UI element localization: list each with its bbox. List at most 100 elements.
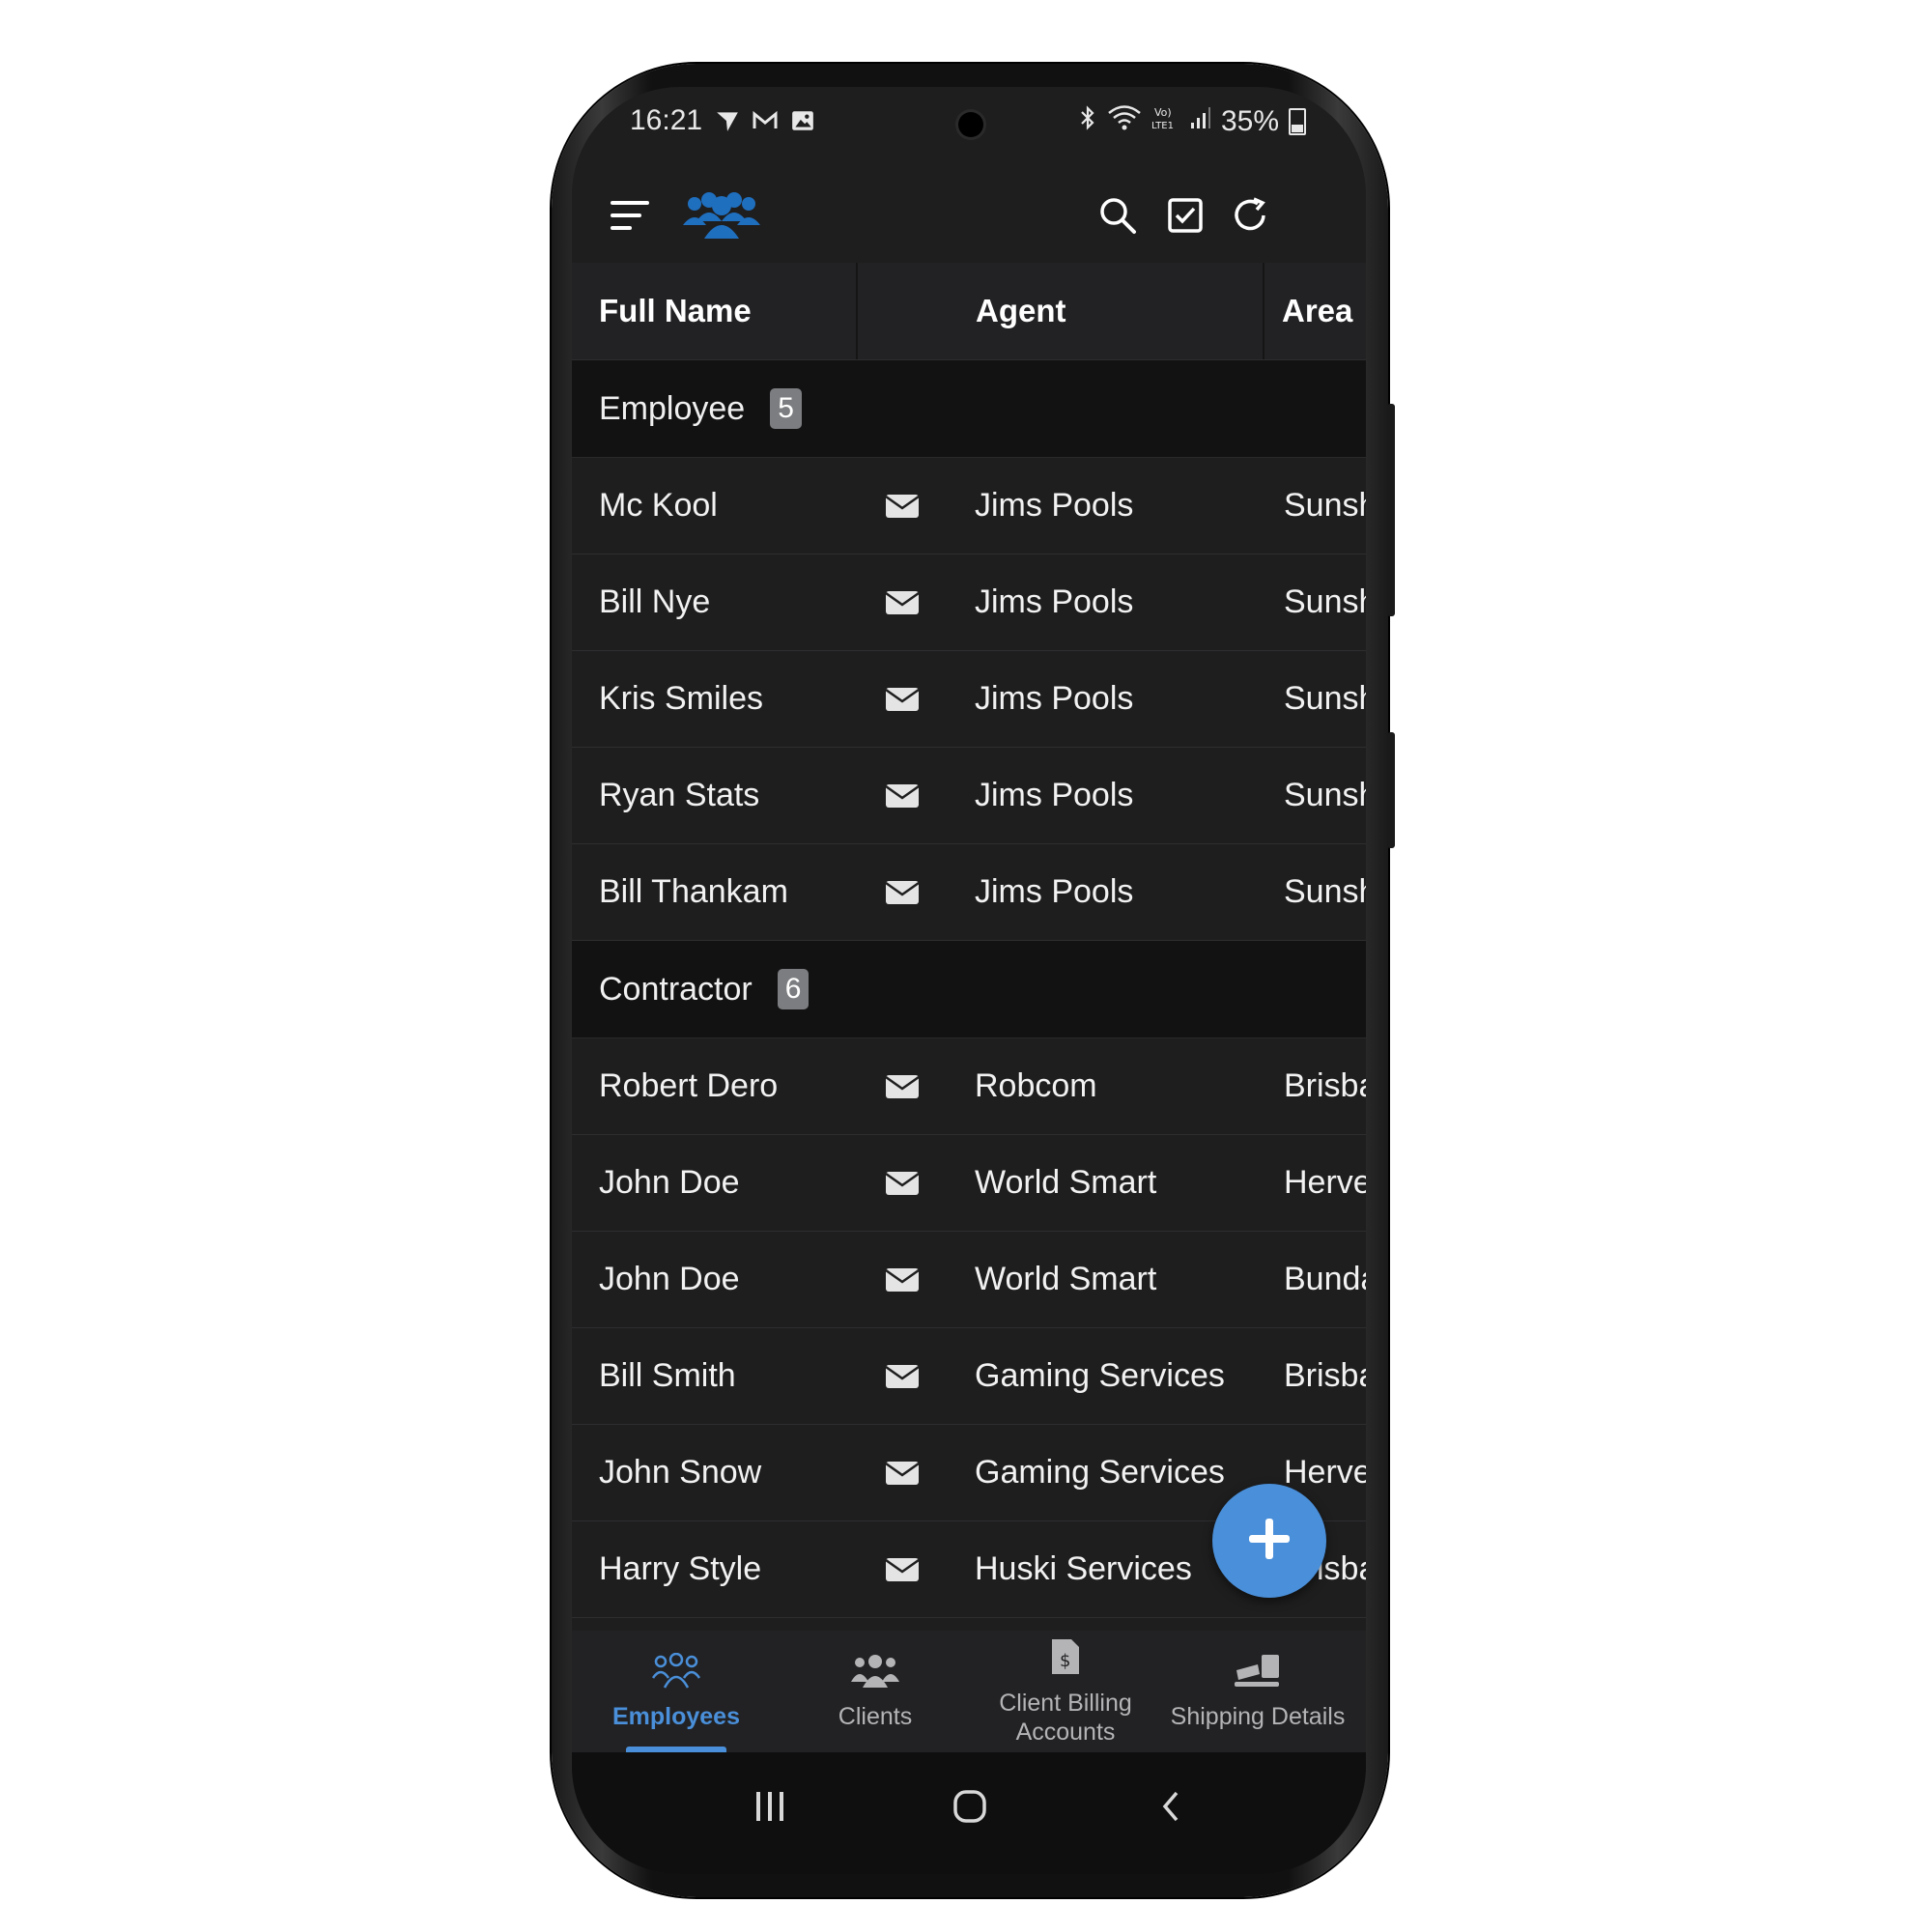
- table-row[interactable]: Bill Nye Jims Pools Sunsh: [572, 554, 1366, 651]
- table-row[interactable]: John Doe World Smart Bunda: [572, 1232, 1366, 1328]
- row-agent: Robcom: [975, 1067, 1097, 1104]
- nav-tab-client-billing-accounts[interactable]: $ Client Billing Accounts: [971, 1631, 1160, 1752]
- group-header-contractor[interactable]: Contractor 6: [572, 941, 1366, 1038]
- row-area: Sunsh: [1284, 873, 1366, 910]
- envelope-icon[interactable]: [883, 1521, 922, 1617]
- row-area: Bunda: [1284, 1261, 1366, 1297]
- row-area: Sunsh: [1284, 777, 1366, 813]
- group-count-badge: 6: [777, 969, 810, 1009]
- column-header-area[interactable]: Area: [1282, 263, 1352, 359]
- system-navigation-bar: [572, 1752, 1366, 1874]
- envelope-icon[interactable]: [883, 458, 922, 554]
- envelope-icon[interactable]: [883, 1038, 922, 1134]
- row-full-name: Bill Nye: [599, 583, 711, 620]
- wifi-icon: [1107, 104, 1142, 139]
- envelope-icon[interactable]: [883, 554, 922, 650]
- row-full-name: Bill Smith: [599, 1357, 736, 1394]
- row-full-name: Ryan Stats: [599, 777, 760, 813]
- table-row[interactable]: Robert Dero Robcom Brisba: [572, 1038, 1366, 1135]
- nav-tab-clients[interactable]: Clients: [781, 1631, 970, 1752]
- nav-label: Shipping Details: [1170, 1702, 1346, 1730]
- status-bar: 16:21 Vo) LTE1 35%: [572, 87, 1366, 174]
- search-icon: [1098, 196, 1137, 240]
- group-label: Employee: [599, 389, 746, 427]
- bluetooth-icon: [1078, 104, 1097, 139]
- group-count-badge: 5: [770, 388, 802, 429]
- envelope-icon[interactable]: [883, 1135, 922, 1231]
- column-divider: [856, 263, 858, 359]
- select-button[interactable]: [1151, 174, 1219, 261]
- row-area: Brisba: [1284, 1067, 1366, 1104]
- billing-icon: $: [1050, 1637, 1081, 1683]
- envelope-icon[interactable]: [883, 1328, 922, 1424]
- app-screen: 16:21 Vo) LTE1 35% Full Name Agent Area …: [572, 87, 1366, 1874]
- home-button[interactable]: [931, 1779, 1009, 1837]
- table-row[interactable]: Ryan Stats Jims Pools Sunsh: [572, 748, 1366, 844]
- signal-icon: [1190, 105, 1211, 138]
- row-area: Sunsh: [1284, 487, 1366, 524]
- row-area: Brisba: [1284, 1357, 1366, 1394]
- nav-tab-shipping-details[interactable]: Shipping Details: [1163, 1631, 1352, 1752]
- volume-button: [1387, 404, 1395, 616]
- users-group-logo-icon: [683, 190, 760, 245]
- row-full-name: Harry Style: [599, 1550, 762, 1587]
- table-row[interactable]: Bill Thankam Jims Pools Sunsh: [572, 844, 1366, 941]
- row-agent: Jims Pools: [975, 680, 1134, 717]
- nav-label: Employees: [611, 1702, 740, 1730]
- row-full-name: Robert Dero: [599, 1067, 779, 1104]
- table-row[interactable]: Mc Kool Jims Pools Sunsh: [572, 458, 1366, 554]
- clients-icon: [850, 1653, 900, 1696]
- bottom-navigation: Employees Clients $ Client Billing Accou…: [572, 1631, 1366, 1752]
- svg-text:LTE1: LTE1: [1151, 121, 1174, 131]
- row-full-name: Kris Smiles: [599, 680, 764, 717]
- navigation-arrow-icon: [715, 108, 740, 141]
- employees-icon: [651, 1652, 701, 1696]
- employees-table: Full Name Agent Area Employee 5 Mc Kool …: [572, 263, 1366, 1618]
- row-agent: World Smart: [975, 1261, 1157, 1297]
- back-chevron-icon: [1159, 1789, 1182, 1829]
- envelope-icon[interactable]: [883, 748, 922, 843]
- shipping-icon: [1233, 1653, 1283, 1696]
- nav-tab-employees[interactable]: Employees: [582, 1631, 771, 1752]
- sort-menu-button[interactable]: [596, 174, 664, 261]
- back-button[interactable]: [1132, 1779, 1209, 1837]
- app-toolbar: [572, 174, 1366, 261]
- row-full-name: Mc Kool: [599, 487, 718, 524]
- home-icon: [952, 1789, 987, 1829]
- recent-apps-button[interactable]: [731, 1779, 809, 1837]
- table-header: Full Name Agent Area: [572, 263, 1366, 360]
- table-row[interactable]: Bill Smith Gaming Services Brisba: [572, 1328, 1366, 1425]
- gallery-icon: [790, 108, 815, 141]
- checkbox-checked-icon: [1167, 197, 1204, 239]
- row-area: Sunsh: [1284, 583, 1366, 620]
- row-agent: Jims Pools: [975, 583, 1134, 620]
- envelope-icon[interactable]: [883, 1425, 922, 1520]
- status-time: 16:21: [630, 104, 703, 136]
- group-header-employee[interactable]: Employee 5: [572, 360, 1366, 458]
- row-area: Sunsh: [1284, 680, 1366, 717]
- envelope-icon[interactable]: [883, 844, 922, 940]
- battery-icon: [1289, 108, 1306, 135]
- row-agent: Gaming Services: [975, 1357, 1225, 1394]
- app-logo: [682, 174, 761, 261]
- gmail-icon: [752, 108, 779, 141]
- row-full-name: John Doe: [599, 1164, 740, 1201]
- power-button: [1387, 732, 1395, 848]
- add-employee-button[interactable]: [1212, 1484, 1326, 1598]
- envelope-icon[interactable]: [883, 651, 922, 747]
- volte-icon: Vo) LTE1: [1151, 104, 1180, 139]
- refresh-button[interactable]: [1217, 174, 1285, 261]
- envelope-icon[interactable]: [883, 1232, 922, 1327]
- table-row[interactable]: John Doe World Smart Herve: [572, 1135, 1366, 1232]
- table-row[interactable]: Kris Smiles Jims Pools Sunsh: [572, 651, 1366, 748]
- recent-apps-icon: [753, 1790, 787, 1828]
- row-agent: Jims Pools: [975, 777, 1134, 813]
- group-label: Contractor: [599, 970, 753, 1008]
- column-header-agent[interactable]: Agent: [976, 263, 1066, 359]
- refresh-icon: [1231, 195, 1271, 241]
- svg-text:Vo): Vo): [1154, 106, 1172, 119]
- front-camera: [958, 112, 983, 137]
- column-header-full-name[interactable]: Full Name: [599, 263, 752, 359]
- svg-text:$: $: [1060, 1651, 1070, 1671]
- search-button[interactable]: [1084, 174, 1151, 261]
